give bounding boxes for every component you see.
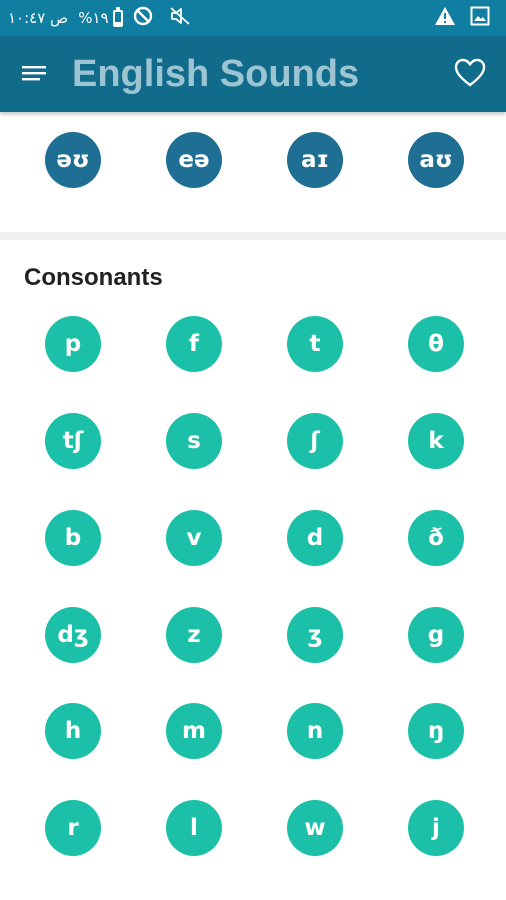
status-time: ص ١٠:٤٧ — [8, 9, 69, 27]
sound-button[interactable]: j — [408, 800, 464, 856]
warning-icon — [434, 6, 456, 30]
sound-button[interactable]: t — [287, 316, 343, 372]
sound-button[interactable]: m — [166, 703, 222, 759]
sound-button[interactable]: n — [287, 703, 343, 759]
heart-outline-icon[interactable] — [454, 58, 486, 88]
sound-button[interactable]: d — [287, 510, 343, 566]
sound-button[interactable]: l — [166, 800, 222, 856]
sound-button[interactable]: ð — [408, 510, 464, 566]
section-divider — [0, 232, 506, 240]
image-icon — [470, 6, 490, 30]
mute-icon — [169, 6, 191, 30]
sound-button[interactable]: p — [45, 316, 101, 372]
consonant-row: pftθ — [0, 316, 506, 374]
content-area: əʊ eə aɪ aʊ Consonants p f t θ tʃ s ʃ k b v d ð dʒ z ʒ g h m… — [0, 112, 506, 900]
sound-button[interactable]: s — [166, 413, 222, 469]
sound-button[interactable]: z — [166, 607, 222, 663]
battery-percent: %١٩ — [78, 9, 109, 27]
diphthong-row: əʊ eə aɪ aʊ — [0, 132, 506, 190]
sound-button[interactable]: aʊ — [408, 132, 464, 188]
sound-button[interactable]: dʒ — [45, 607, 101, 663]
sound-button[interactable]: ŋ — [408, 703, 464, 759]
battery-indicator: %١٩ — [78, 6, 123, 27]
sound-button[interactable]: aɪ — [287, 132, 343, 188]
app-title: English Sounds — [72, 53, 360, 95]
no-entry-icon — [133, 6, 153, 30]
sound-button[interactable]: f — [166, 316, 222, 372]
consonants-heading: Consonants — [24, 264, 163, 291]
sound-button[interactable]: eə — [166, 132, 222, 188]
consonant-row: bvdð — [0, 510, 506, 568]
battery-icon — [112, 6, 123, 27]
app-bar: English Sounds — [0, 36, 506, 112]
sound-button[interactable]: r — [45, 800, 101, 856]
sound-button[interactable]: k — [408, 413, 464, 469]
sound-button[interactable]: ʃ — [287, 413, 343, 469]
status-bar-right — [434, 0, 490, 36]
sound-button[interactable]: b — [45, 510, 101, 566]
sound-button[interactable]: g — [408, 607, 464, 663]
sound-button[interactable]: tʃ — [45, 413, 101, 469]
sound-button[interactable]: əʊ — [45, 132, 101, 188]
consonant-row: dʒ z ʒ g — [0, 607, 506, 665]
consonant-row: tʃ s ʃ k — [0, 413, 506, 471]
sound-button[interactable]: w — [287, 800, 343, 856]
menu-icon[interactable] — [20, 62, 50, 86]
sound-button[interactable]: h — [45, 703, 101, 759]
consonant-row: hmnŋ — [0, 703, 506, 761]
status-bar: ص ١٠:٤٧ %١٩ — [0, 0, 506, 36]
consonant-row: rlwj — [0, 800, 506, 858]
status-bar-left: ص ١٠:٤٧ %١٩ — [8, 0, 191, 36]
sound-button[interactable]: θ — [408, 316, 464, 372]
sound-button[interactable]: ʒ — [287, 607, 343, 663]
sound-button[interactable]: v — [166, 510, 222, 566]
